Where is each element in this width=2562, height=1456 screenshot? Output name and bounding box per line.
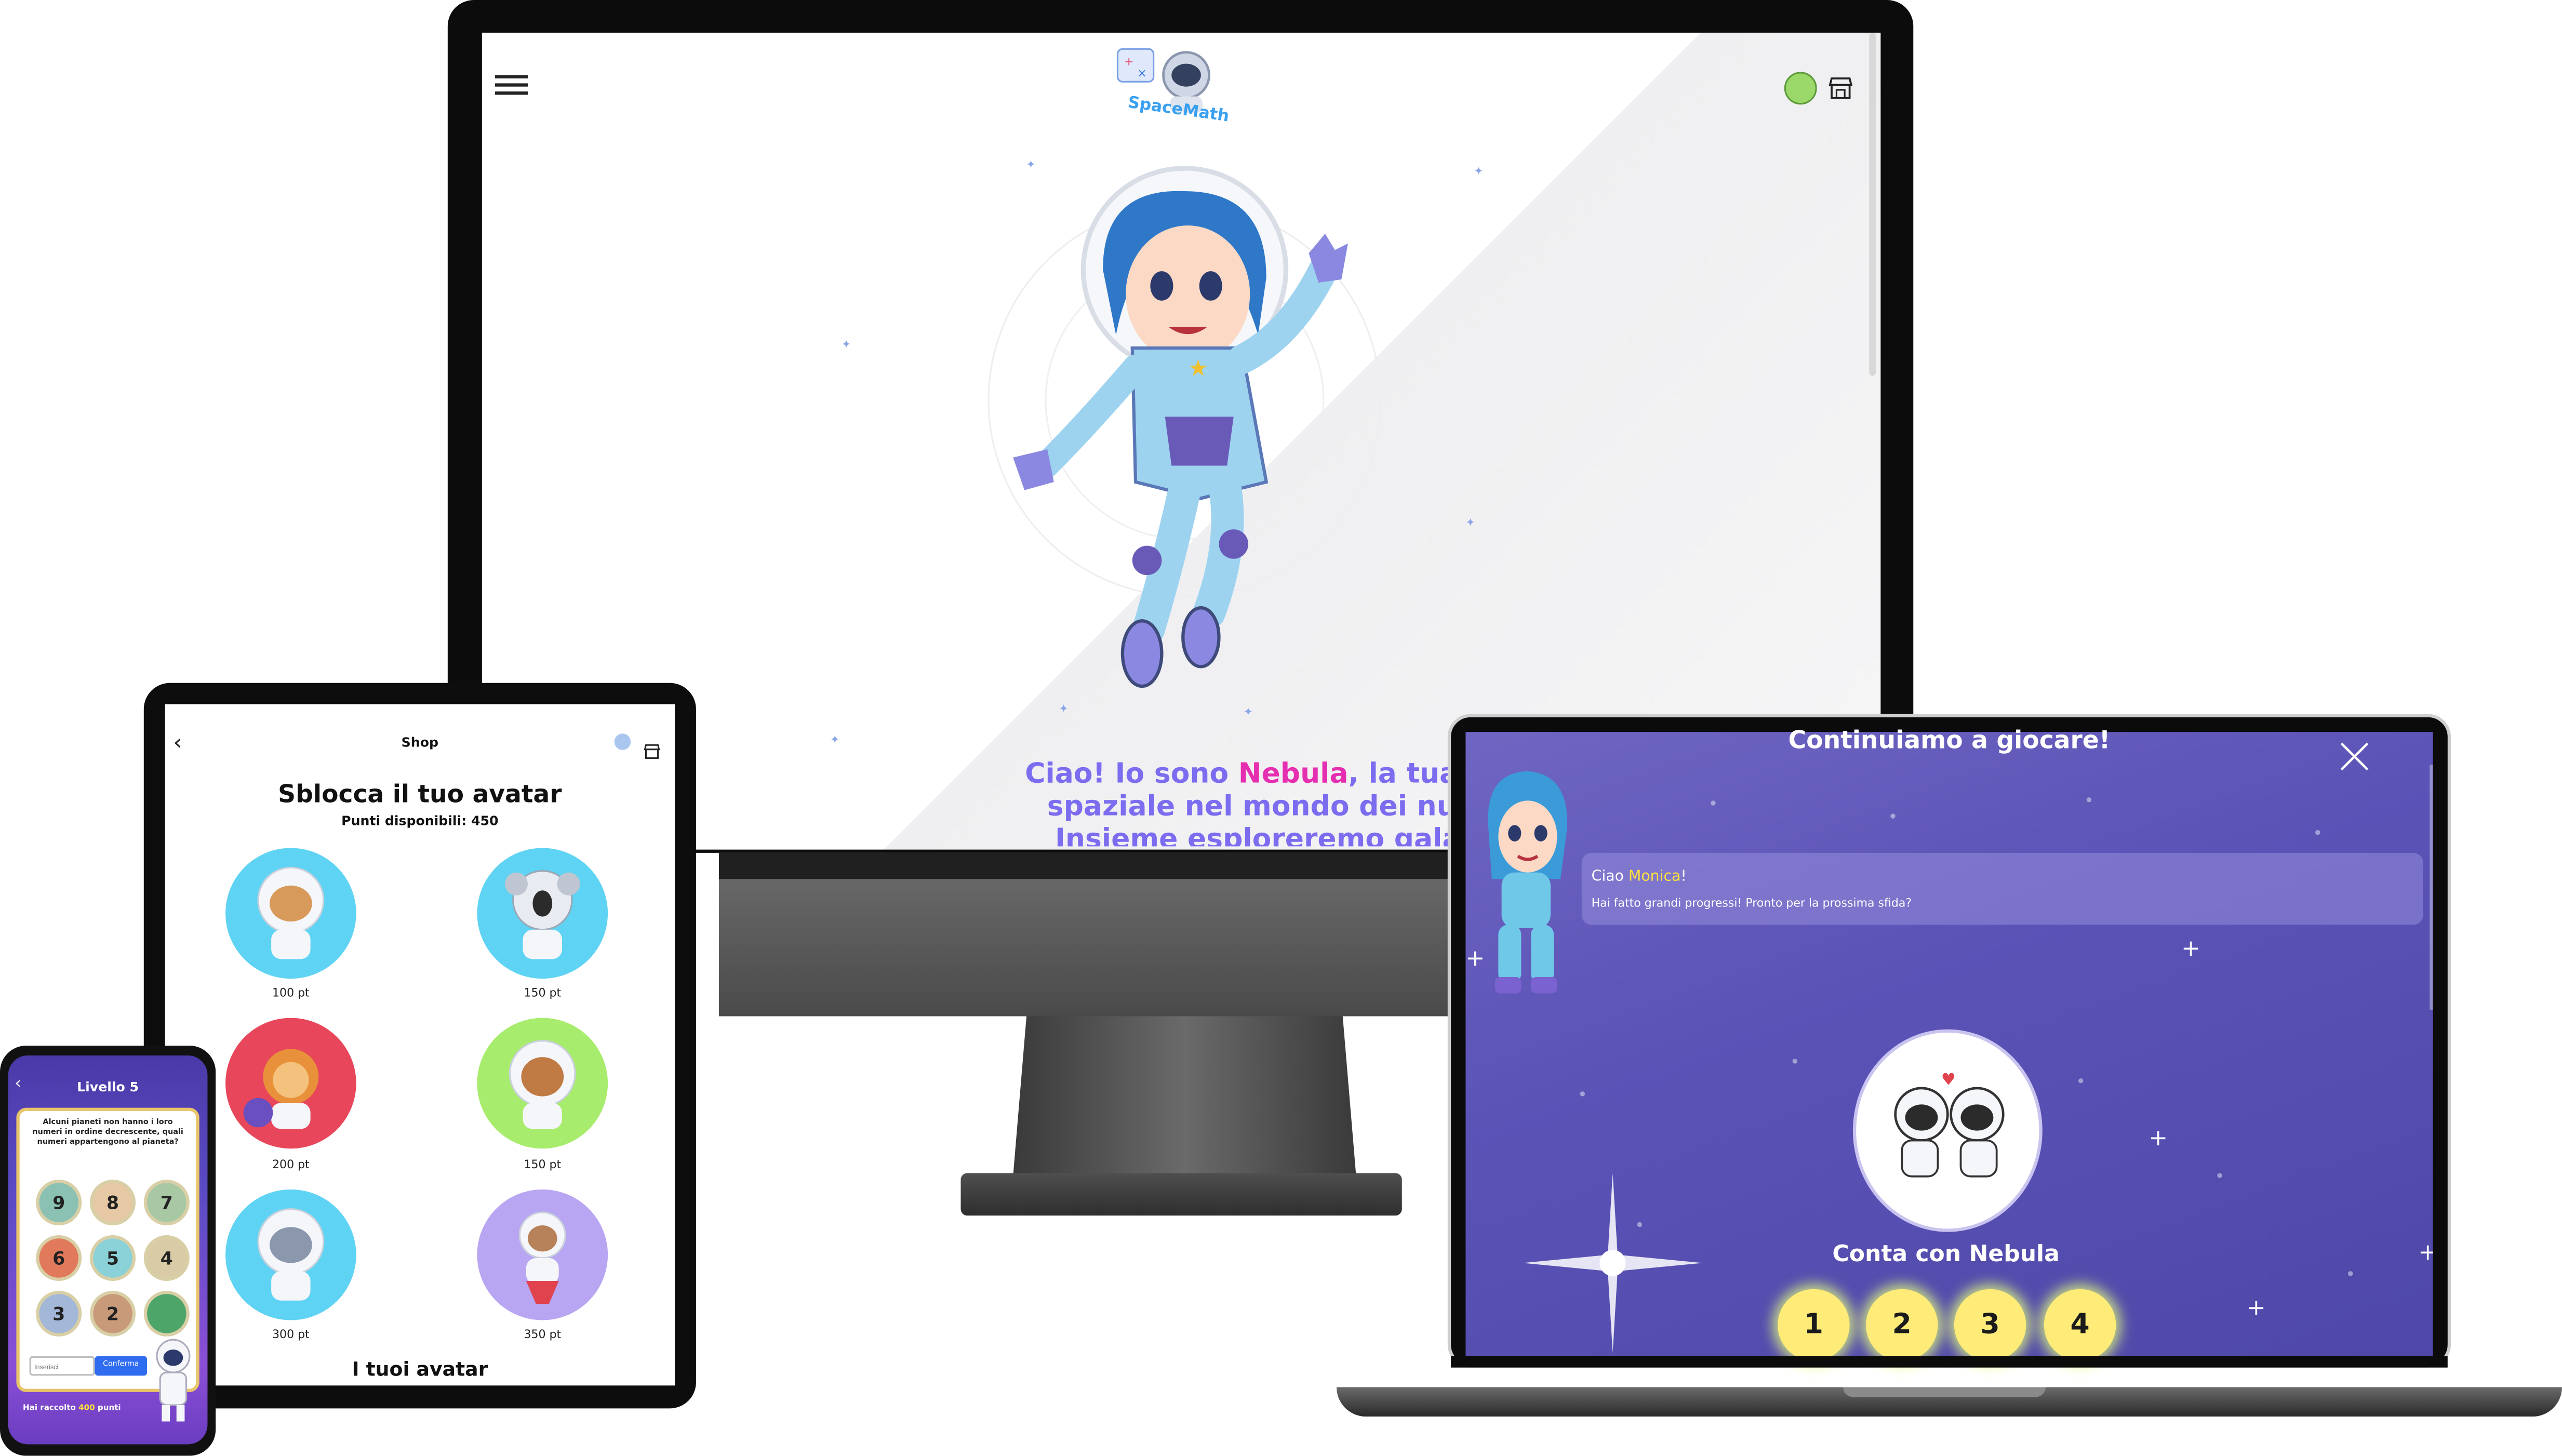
star-decoration: ✦ [1026,158,1036,172]
star-burst-decoration [1523,1173,1703,1353]
svg-text:×: × [1137,67,1146,80]
number-2-button[interactable]: 2 [1866,1289,1938,1361]
tablet-shop-icon[interactable] [644,735,660,759]
star-decoration [1711,800,1716,806]
planet-5-button[interactable]: 5 [93,1238,132,1278]
level-title: Livello 5 [77,1080,139,1095]
laptop-notch [1843,1387,2046,1397]
avatar-price: 350 pt [524,1328,562,1342]
scrollbar[interactable] [2430,765,2433,1010]
phone-astronaut-illustration [149,1337,197,1425]
star-decoration [1890,813,1896,819]
planet-4-button[interactable]: 4 [147,1238,186,1278]
monitor-stand-foot [960,1173,1402,1216]
shop-header-title: Shop [401,735,439,750]
astronauts-icon: ♥ [1894,1071,2005,1178]
count-with-nebula-card[interactable]: ♥ [1856,1032,2039,1229]
answer-input[interactable] [29,1356,95,1376]
planet-7-button[interactable]: 7 [147,1183,186,1222]
sparkle-decoration: + [2149,1126,2168,1152]
star-decoration: ✦ [1243,705,1253,719]
greeting-line: Ciao Monica! [1591,869,1687,886]
star-decoration [2078,1078,2084,1084]
planet-earth-button[interactable] [147,1294,186,1333]
avatar-price: 200 pt [272,1158,310,1172]
avatar-lion-button[interactable] [225,1018,356,1149]
shop-icon[interactable] [1829,75,1853,99]
continue-playing-title: Continuiamo a giocare! [1788,725,2111,755]
planet-8-button[interactable]: 8 [93,1183,132,1222]
tablet-screen: ‹ Shop Sblocca il tuo avatar Punti dispo… [165,704,675,1386]
avatar-price: 300 pt [272,1328,310,1342]
avatar-monkey-button[interactable] [477,1189,608,1320]
sparkle-decoration: + [2418,1242,2433,1265]
star-decoration [2347,1271,2353,1276]
star-decoration [2315,830,2320,835]
greeting-bubble: Ciao Monica! Hai fatto grandi progressi!… [1581,852,2423,925]
star-decoration: ✦ [1474,165,1484,178]
phone-screen: ‹ Livello 5 Alcuni pianeti non hanno i l… [8,1055,208,1445]
planet-2-button[interactable]: 2 [93,1294,132,1333]
planet-6-button[interactable]: 6 [39,1238,78,1278]
tablet-user-avatar[interactable] [614,733,631,750]
number-4-button[interactable]: 4 [2044,1289,2116,1361]
svg-text:+: + [1124,56,1133,69]
menu-icon[interactable] [495,70,528,100]
points-collected-text: Hai raccolto 400 punti [23,1405,121,1413]
star-decoration: ✦ [1465,516,1475,530]
close-icon[interactable] [2337,739,2372,774]
user-avatar[interactable] [1784,72,1817,105]
star-decoration: ✦ [841,338,851,352]
laptop-bottom-bezel [1451,1356,2448,1368]
avatar-koala-button[interactable] [477,848,608,979]
confirm-button[interactable]: Conferma [95,1356,148,1376]
avatar-price: 100 pt [272,986,310,1000]
star-decoration [2086,797,2092,803]
monitor-stand-neck [1013,1013,1356,1177]
avatar-price: 150 pt [524,986,562,1000]
app-logo[interactable]: + × SpaceMath [1104,43,1235,134]
your-avatars-title: I tuoi avatar [352,1357,488,1381]
avatar-cat-button[interactable] [225,1189,356,1320]
avatar-dog-button[interactable] [225,848,356,979]
nebula-hero-illustration: ★ [940,155,1446,711]
unlock-avatar-title: Sblocca il tuo avatar [278,779,562,809]
avatar-bear-button[interactable] [477,1018,608,1149]
star-decoration [1580,1091,1585,1097]
number-3-button[interactable]: 3 [1954,1289,2026,1361]
star-decoration: ✦ [1059,702,1069,716]
planet-3-button[interactable]: 3 [39,1294,78,1333]
star-decoration: ✦ [830,733,840,747]
progress-message: Hai fatto grandi progressi! Pronto per l… [1591,897,1912,910]
avatar-price: 150 pt [524,1158,562,1172]
sparkle-decoration: + [2246,1295,2266,1322]
available-points: Punti disponibili: 450 [341,813,499,829]
star-decoration [2217,1173,2222,1178]
game-title: Conta con Nebula [1832,1241,2060,1268]
svg-text:★: ★ [1188,355,1208,381]
star-decoration [1792,1059,1797,1064]
desktop-scrollbar[interactable] [1869,32,1876,376]
question-text: Alcuni pianeti non hanno i loro numeri i… [32,1119,183,1147]
sparkle-decoration: + [2181,936,2201,963]
number-1-button[interactable]: 1 [1778,1289,1850,1361]
svg-text:♥: ♥ [1941,1071,1956,1089]
nebula-character-illustration [1475,765,1577,1003]
planet-9-button[interactable]: 9 [39,1183,78,1222]
